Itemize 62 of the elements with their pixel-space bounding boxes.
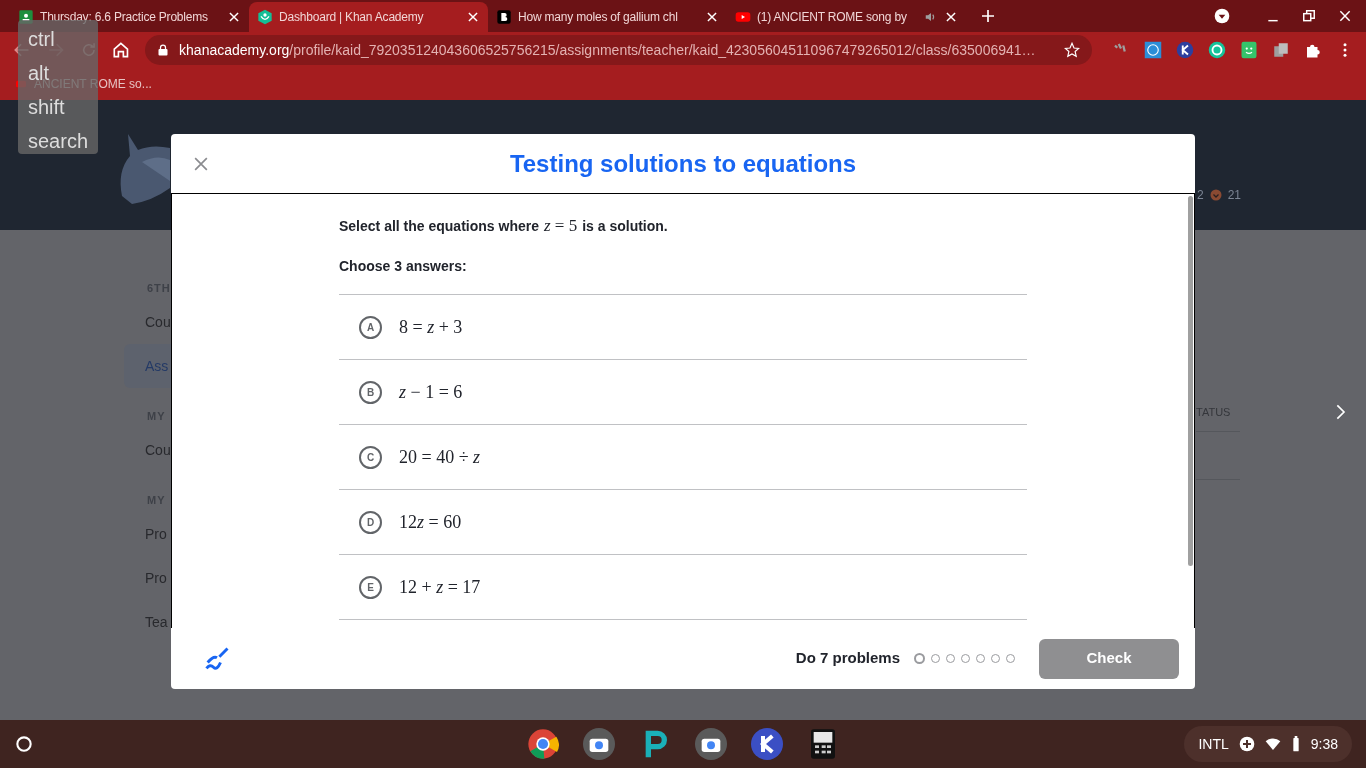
camera-icon[interactable] [583,728,615,760]
question-text: Select all the equations where z = 5 is a solution. [339,216,669,236]
url-text: khanacademy.org/profile/kaid_792035124043606525756215/assignments/teacher/kaid_423056045110967479265012/class/635006941… [179,40,1037,60]
badge-icon [1209,189,1222,201]
stat-count: 21 [1227,187,1242,204]
dialog-title: Testing solutions to equations [509,148,857,179]
close-icon[interactable] [705,10,719,24]
browser-tab[interactable]: How many moles of gallium chl [488,2,727,32]
task-text: Do 7 problems [795,648,900,669]
equation-text: 12z = 60 [399,510,462,534]
stat-count: 2 [1197,187,1204,204]
key-label: alt [28,64,50,82]
browser-tab[interactable]: (1) ANCIENT ROME song by [727,2,966,32]
camera-icon[interactable] [695,728,727,760]
k-logo-icon[interactable] [1176,41,1194,59]
equation-text: 12 + z = 17 [399,575,481,599]
launcher-icon[interactable] [14,734,34,754]
close-icon[interactable] [466,10,480,24]
favicon-icon [735,9,751,25]
tab-title: Thursday: 6.6 Practice Problems [40,9,209,26]
browser-tab[interactable]: Dashboard | Khan Academy [249,2,488,32]
star-icon[interactable] [1064,42,1080,58]
new-tab-icon[interactable] [980,8,996,24]
key-label: shift [28,98,65,116]
tab-title: Dashboard | Khan Academy [279,9,425,26]
address-bar[interactable]: khanacademy.org/profile/kaid_792035124043606525756215/assignments/teacher/kaid_423056045110967479265012/class/635006941… [145,35,1092,65]
add-icon [1238,736,1255,752]
close-icon[interactable] [944,10,958,24]
equation-text: z − 1 = 6 [399,380,463,404]
favicon-icon [496,9,512,25]
restore-icon[interactable] [1302,9,1316,23]
smile-icon[interactable] [1240,41,1258,59]
scrollbar[interactable] [1188,196,1193,566]
close-icon[interactable] [227,10,241,24]
equation-text: 20 = 40 ÷ z [399,445,481,469]
browser-icon[interactable] [527,728,559,760]
key-label: search [28,132,89,150]
choice-letter: C [359,445,382,469]
choice-letter: D [359,510,382,534]
choice-letter: A [359,315,382,339]
choice-letter: E [359,575,382,599]
scratchpad-icon[interactable] [203,644,231,673]
choice-letter: B [359,380,382,404]
status-tray[interactable]: INTL 9:38 [1184,726,1352,762]
close-icon[interactable] [1338,9,1352,23]
dropdown-icon[interactable] [1214,8,1230,24]
instruction-text: Choose 3 answers: [339,257,468,276]
tab-title: (1) ANCIENT ROME song by [757,9,908,26]
equation-text: 8 = z + 3 [399,315,463,339]
k-logo-icon[interactable] [751,728,783,760]
copy-icon[interactable] [1272,41,1290,59]
lock-icon [157,43,170,57]
wifi-icon [1264,736,1281,752]
answer-choice[interactable]: A 8 = z + 3 [339,295,1027,360]
key-label: ctrl [28,30,55,48]
favicon-icon [257,9,273,25]
answer-choice[interactable]: B z − 1 = 6 [339,360,1027,425]
battery-icon [1290,736,1301,752]
answer-choice[interactable]: D 12z = 60 [339,490,1027,555]
tab-title: How many moles of gallium chl [518,9,679,26]
answer-choice[interactable]: C 20 = 40 ÷ z [339,425,1027,490]
answer-choice[interactable]: E 12 + z = 17 [339,555,1027,620]
